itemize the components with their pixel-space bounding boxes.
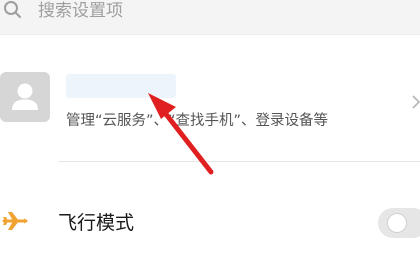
account-description: 管理“云服务”、“查找手机”、登录设备等 <box>66 113 329 129</box>
airplane-mode-toggle[interactable] <box>378 208 420 238</box>
airplane-mode-label: 飞行模式 <box>58 212 135 234</box>
toggle-knob <box>388 214 406 232</box>
account-name[interactable] <box>66 74 176 98</box>
airplane-icon <box>2 208 30 234</box>
search-placeholder: 搜索设置项 <box>38 1 123 21</box>
person-icon <box>12 83 38 110</box>
divider <box>58 161 420 162</box>
avatar[interactable] <box>0 72 50 122</box>
search-bar[interactable]: 搜索设置项 <box>0 0 420 35</box>
account-row[interactable]: 管理“云服务”、“查找手机”、登录设备等 <box>0 64 420 164</box>
search-icon <box>3 0 23 20</box>
airplane-mode-row[interactable]: 飞行模式 <box>0 196 420 252</box>
chevron-right-icon <box>412 94 420 110</box>
